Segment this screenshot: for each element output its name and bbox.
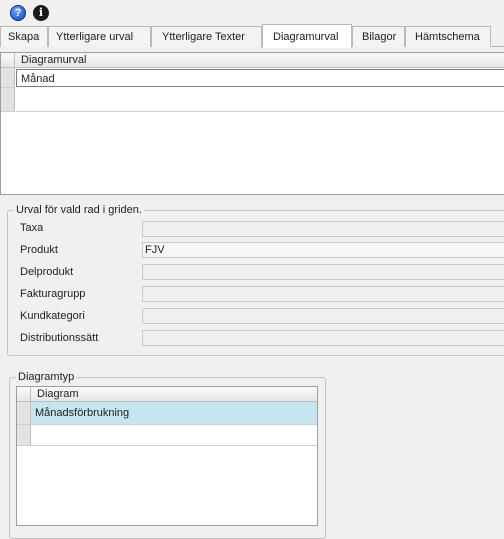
kundkategori-field[interactable]: [142, 308, 504, 324]
tab-ytterligare-texter[interactable]: Ytterligare Texter: [151, 26, 262, 47]
delprodukt-label: Delprodukt: [20, 266, 74, 278]
taxa-field[interactable]: [142, 221, 504, 237]
diagram-new-row[interactable]: [31, 425, 317, 446]
fakturagrupp-field[interactable]: [142, 286, 504, 302]
tab-skapa[interactable]: Skapa: [0, 26, 48, 47]
tab-ytterligare-urval[interactable]: Ytterligare urval: [48, 26, 151, 47]
help-icon[interactable]: ?: [10, 5, 26, 21]
grid-corner: [1, 53, 15, 68]
new-row-header[interactable]: [17, 425, 31, 446]
diagramtyp-group-title: Diagramtyp: [16, 370, 77, 384]
grid-new-row[interactable]: [16, 88, 504, 112]
diagramurval-grid[interactable]: Diagramurval Månad: [0, 52, 504, 195]
diagram-grid-corner: [17, 387, 31, 402]
fakturagrupp-label: Fakturagrupp: [20, 288, 86, 300]
column-header-diagram[interactable]: Diagram: [31, 387, 317, 402]
row-header[interactable]: [17, 402, 31, 425]
kundkategori-label: Kundkategori: [20, 310, 85, 322]
tab-bilagor[interactable]: Bilagor: [352, 26, 405, 47]
top-toolbar: ? i: [0, 0, 504, 24]
tab-diagramurval[interactable]: Diagramurval: [262, 24, 352, 48]
tab-bar: Skapa Ytterligare urval Ytterligare Text…: [0, 24, 504, 48]
tab-hamtschema[interactable]: Hämtschema: [405, 26, 491, 47]
distributionssatt-label: Distributionssätt: [20, 332, 99, 344]
delprodukt-field[interactable]: [142, 264, 504, 280]
selection-group-title: Urval för vald rad i griden.: [14, 203, 144, 217]
diagramtyp-grid[interactable]: Diagram Månadsförbrukning: [16, 386, 318, 526]
grid-cell-manad[interactable]: Månad: [16, 69, 504, 87]
row-header[interactable]: [1, 68, 15, 88]
distributionssatt-field[interactable]: [142, 330, 504, 346]
new-row-header[interactable]: [1, 88, 15, 112]
produkt-field[interactable]: FJV: [142, 242, 504, 258]
diagram-row-manadsforbrukning[interactable]: Månadsförbrukning: [31, 402, 317, 425]
info-icon[interactable]: i: [33, 5, 49, 21]
produkt-label: Produkt: [20, 244, 58, 256]
column-header-diagramurval[interactable]: Diagramurval: [15, 53, 504, 68]
taxa-label: Taxa: [20, 222, 44, 234]
